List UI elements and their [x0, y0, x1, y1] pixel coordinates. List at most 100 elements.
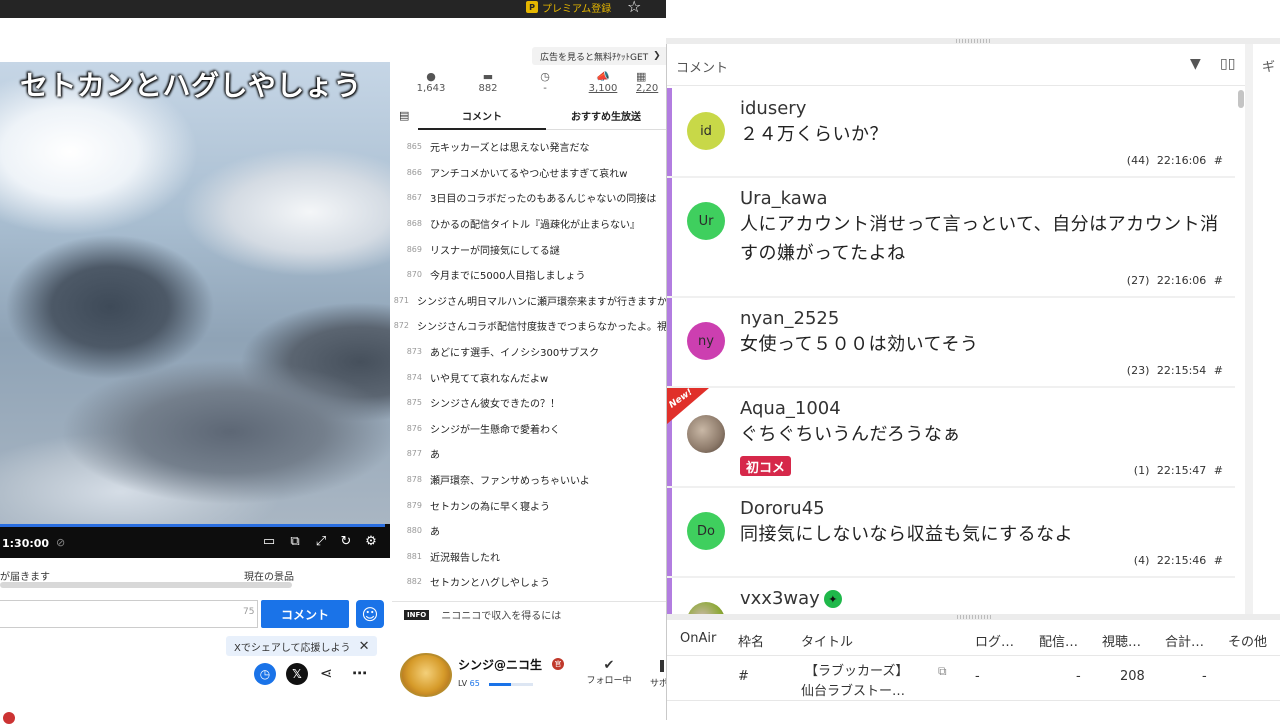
comment-username[interactable]: Aqua_1004: [740, 398, 841, 419]
nico-comment-row[interactable]: 866 アンチコメかいてるやつ心せますぎて哀れw: [392, 160, 667, 186]
nico-comment-row[interactable]: 870 今月までに5000人目指しましょう: [392, 262, 667, 288]
permalink-icon[interactable]: #: [1214, 364, 1223, 377]
avatar[interactable]: [687, 602, 725, 614]
comment-username[interactable]: idusery: [740, 98, 806, 119]
col-log[interactable]: ログ…: [975, 631, 1014, 650]
notification-icon[interactable]: [3, 712, 15, 724]
comment-row[interactable]: vxx3way ✦: [667, 578, 1235, 614]
follow-button[interactable]: ✔ フォロー中: [584, 658, 634, 686]
avatar[interactable]: id: [687, 112, 725, 150]
avatar[interactable]: ny: [687, 322, 725, 360]
comment-row[interactable]: Ur Ura_kawa 人にアカウント消せって言っといて、自分はアカウント消すの嫌が…: [667, 178, 1235, 296]
video-player[interactable]: セトカンとハグしやしょう: [0, 62, 390, 524]
stat-ad[interactable]: 📣 3,100: [578, 70, 628, 94]
comment-row[interactable]: id idusery ２４万くらいか？ (44) 22:16:06 #: [667, 88, 1235, 176]
seek-bar[interactable]: [0, 524, 385, 527]
col-frame[interactable]: 枠名: [738, 631, 764, 650]
col-total[interactable]: 合計…: [1165, 631, 1204, 650]
comment-settings-icon[interactable]: ▤: [399, 109, 409, 122]
nico-comment-row[interactable]: 879 セトカンの為に早く寝よう: [392, 492, 667, 518]
star-icon[interactable]: ☆: [627, 0, 641, 16]
avatar[interactable]: Ur: [687, 202, 725, 240]
nico-comment-row[interactable]: 869 リスナーが同接気にしてる謎: [392, 236, 667, 262]
broadcaster-avatar[interactable]: [400, 653, 452, 697]
settings-icon[interactable]: ⚙: [363, 534, 379, 549]
current-gift-label[interactable]: 現在の景品: [244, 568, 294, 583]
scrollbar-thumb[interactable]: [1238, 90, 1244, 108]
comment-meta: (1) 22:15:47 #: [1134, 464, 1223, 477]
nico-comment-list[interactable]: 865 元キッカーズとは思えない発言だな 866 アンチコメかいてるやつ心せますぎて哀…: [392, 134, 667, 594]
nico-comment-row[interactable]: 881 近況報告したれ: [392, 544, 667, 570]
nico-comment-row[interactable]: 882 セトカンとハグしやしょう: [392, 569, 667, 594]
nico-comment-row[interactable]: 875 シンジさん彼女できたの？！: [392, 390, 667, 416]
stat-gift[interactable]: ▦ 2,20: [636, 70, 666, 94]
more-icon[interactable]: ⋯: [352, 664, 367, 682]
program-title-line1: 【ラブッカーズ】: [805, 664, 909, 679]
nico-comment-row[interactable]: 872 シンジさんコラボ配信忖度抜きでつまらなかったよ。視: [392, 313, 667, 339]
emoji-button[interactable]: ☺: [356, 600, 384, 628]
broadcaster-name[interactable]: シンジ@ニコ生: [458, 656, 542, 673]
info-row[interactable]: INFO ニコニコで収入を得るには: [392, 601, 667, 627]
comment-toggle-icon[interactable]: ▭: [261, 534, 277, 549]
close-icon[interactable]: ✕: [359, 639, 370, 654]
nico-comment-text: シンジさん明日マルハンに瀬戸環奈来ますが行きますか: [417, 296, 667, 308]
timeshift-icon[interactable]: ⊘: [56, 536, 65, 549]
copy-icon[interactable]: ⧉: [938, 664, 947, 679]
nico-comment-row[interactable]: 867 3日目のコラボだったのもあるんじゃないの同接は: [392, 185, 667, 211]
nico-comment-row[interactable]: 871 シンジさん明日マルハンに瀬戸環奈来ますが行きますか: [392, 288, 667, 314]
info-text[interactable]: ニコニコで収入を得るには: [441, 607, 561, 622]
filter-icon[interactable]: ▼: [1190, 56, 1201, 72]
comment-send-button[interactable]: コメント: [261, 600, 349, 628]
nico-comment-row[interactable]: 878 瀬戸環奈、ファンサめっちゃいいよ: [392, 467, 667, 493]
share-tooltip-text: Xでシェアして応援しよう: [234, 642, 351, 654]
nico-comment-row[interactable]: 868 ひかるの配信タイトル『過疎化が止まらない』: [392, 211, 667, 237]
nico-comment-row[interactable]: 874 いや見てて哀れなんだよw: [392, 364, 667, 390]
timer-icon[interactable]: ◷: [254, 663, 276, 685]
col-stream[interactable]: 配信…: [1039, 631, 1078, 650]
username-text: Dororu45: [740, 498, 825, 519]
columns-icon[interactable]: ▯▯: [1220, 56, 1235, 72]
col-onair[interactable]: OnAir: [680, 631, 716, 646]
pip-icon[interactable]: ⧉: [287, 534, 303, 549]
nico-comment-row[interactable]: 876 シンジが一生懸命で愛着わく: [392, 416, 667, 442]
comment-row[interactable]: ny nyan_2525 女使って５００は効いてそう (23) 22:15:54 #: [667, 298, 1235, 386]
permalink-icon[interactable]: #: [1214, 274, 1223, 287]
vertical-splitter[interactable]: [1245, 44, 1253, 614]
comment-username[interactable]: Dororu45: [740, 498, 825, 519]
support-icon[interactable]: [660, 660, 664, 672]
permalink-icon[interactable]: #: [1214, 464, 1223, 477]
comment-username[interactable]: vxx3way ✦: [740, 588, 842, 609]
username-text: Aqua_1004: [740, 398, 841, 419]
share-icon[interactable]: ⋖: [320, 664, 333, 682]
comment-username[interactable]: nyan_2525: [740, 308, 839, 329]
tab-comment[interactable]: コメント: [418, 102, 546, 130]
stat-gift-value[interactable]: 2,20: [636, 83, 658, 94]
ad-banner[interactable]: 広告を見ると無料ﾁｹｯﾄGET ❯: [532, 47, 669, 65]
nico-comment-row[interactable]: 873 あどにす選手、イノシシ300サブスク: [392, 339, 667, 365]
comment-count: (44): [1126, 154, 1150, 167]
permalink-icon[interactable]: #: [1214, 154, 1223, 167]
comment-list[interactable]: id idusery ２４万くらいか？ (44) 22:16:06 # Ur Ura_ka…: [667, 88, 1235, 614]
x-share-icon[interactable]: 𝕏: [286, 663, 308, 685]
comment-pane-header: [667, 44, 1245, 86]
tab-recommended[interactable]: おすすめ生放送: [546, 102, 666, 130]
comment-username[interactable]: Ura_kawa: [740, 188, 828, 209]
avatar[interactable]: Do: [687, 512, 725, 550]
premium-link[interactable]: P プレミアム登録: [526, 0, 611, 15]
reload-icon[interactable]: ↻: [338, 534, 354, 549]
comment-row[interactable]: Aqua_1004 ぐちぐちいうんだろうなぁ 初コメ New! (1) 22:15:47…: [667, 388, 1235, 486]
nico-comment-text: あどにす選手、イノシシ300サブスク: [430, 348, 600, 360]
clock-icon: ◷: [540, 70, 550, 83]
comment-input[interactable]: [0, 600, 258, 628]
nico-comment-row[interactable]: 865 元キッカーズとは思えない発言だな: [392, 134, 667, 160]
permalink-icon[interactable]: #: [1214, 554, 1223, 567]
nico-comment-number: 870: [406, 270, 422, 280]
col-other[interactable]: その他: [1228, 631, 1267, 650]
nico-comment-row[interactable]: 880 あ: [392, 518, 667, 544]
col-title[interactable]: タイトル: [801, 631, 853, 650]
nico-comment-row[interactable]: 877 あ: [392, 441, 667, 467]
comment-row[interactable]: Do Dororu45 同接気にしないなら収益も気にするなよ (4) 22:15:46…: [667, 488, 1235, 576]
stat-ad-value[interactable]: 3,100: [589, 83, 618, 94]
col-viewers[interactable]: 視聴…: [1102, 631, 1141, 650]
fullscreen-icon[interactable]: ⤢: [313, 534, 329, 549]
